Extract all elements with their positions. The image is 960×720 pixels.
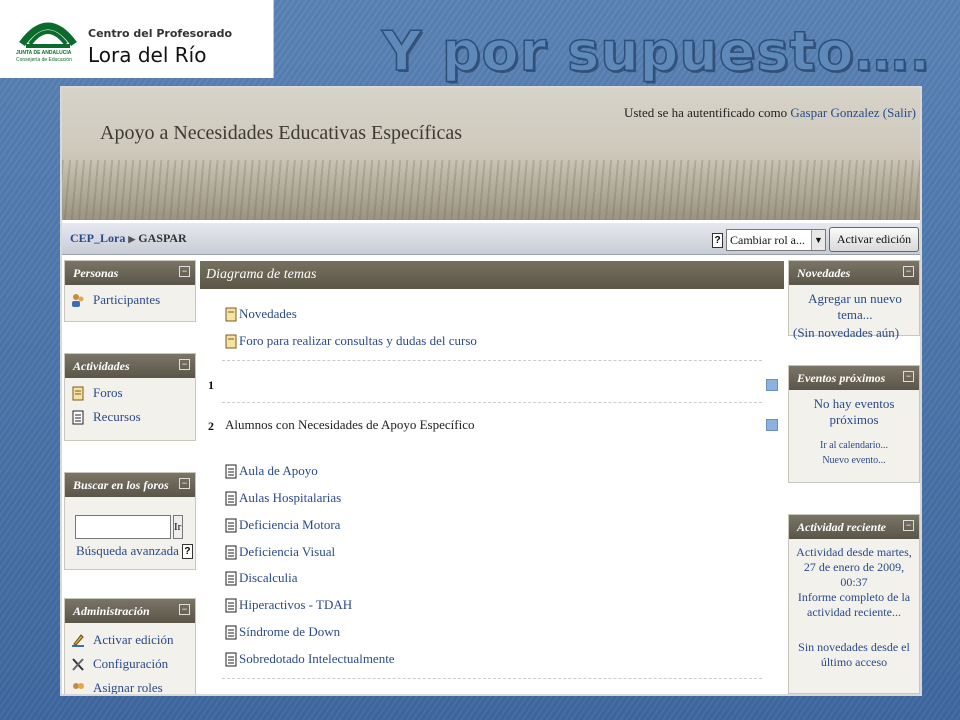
document-icon [225,571,237,585]
document-icon [225,545,237,559]
section-1-highlight-icon[interactable] [766,379,778,391]
logout-link[interactable]: (Salir) [883,105,916,120]
block-buscar: Buscar en los foros − Ir Búsqueda avanzad… [64,472,196,570]
breadcrumb: CEP_Lora ▶ GASPAR [70,231,187,246]
course-header: Apoyo a Necesidades Educativas Específic… [62,88,920,220]
block-admin-title: Administración − [65,599,195,623]
breadcrumb-arrow-icon: ▶ [128,234,136,244]
resource-link[interactable]: Deficiencia Motora [225,517,340,533]
section-1-number: 1 [208,378,214,392]
add-topic-link[interactable]: Agregar un nuevo tema... [789,285,919,323]
collapse-icon[interactable]: − [903,371,914,382]
moodle-screenshot: Apoyo a Necesidades Educativas Específic… [60,86,922,696]
login-info: Usted se ha autentificado como Gaspar Go… [624,105,916,121]
activity-since-text: Actividad desde martes, 27 de enero de 2… [796,545,912,589]
block-actividades-title: Actividades − [65,354,195,378]
block-buscar-title: Buscar en los foros − [65,473,195,497]
admin-edit-link[interactable]: Activar edición [65,628,195,652]
document-icon [225,491,237,505]
user-name-link[interactable]: Gaspar Gonzalez [790,105,879,120]
help-icon[interactable]: ? [712,233,723,248]
activate-edit-button[interactable]: Activar edición [829,227,919,252]
search-go-button[interactable]: Ir [173,515,183,539]
document-icon [225,464,237,478]
breadcrumb-current: GASPAR [138,231,187,245]
logo-line2: Lora del Río [88,43,207,67]
section-divider [222,402,762,403]
block-reciente-title: Actividad reciente − [789,515,919,539]
resource-link[interactable]: Síndrome de Down [225,624,340,640]
collapse-icon[interactable]: − [179,604,190,615]
resource-link[interactable]: Discalculia [225,570,297,586]
document-icon [225,518,237,532]
forum-icon [225,307,237,321]
navbar: CEP_Lora ▶ GASPAR ? Cambiar rol a... ▼ Act… [62,223,920,255]
no-news-text: (Sin novedades aún) [793,325,900,340]
topics-title: Diagrama de temas [200,261,784,289]
logo-consejeria-text: Consejería de Educación [16,57,72,63]
full-report-link[interactable]: Informe completo de la actividad recient… [789,590,919,620]
resource-link[interactable]: Sobredotado Intelectualmente [225,651,395,667]
forum-search-input[interactable] [75,515,171,539]
new-event-link[interactable]: Nuevo evento... [789,453,919,468]
section-2-highlight-icon[interactable] [766,419,778,431]
participants-link[interactable]: Participantes [65,288,195,312]
role-select[interactable]: Cambiar rol a... ▼ [726,229,826,251]
chevron-down-icon: ▼ [811,230,825,250]
collapse-icon[interactable]: − [179,359,190,370]
collapse-icon[interactable]: − [179,478,190,489]
forum-icon [225,334,237,348]
questions-forum-link[interactable]: Foro para realizar consultas y dudas del… [225,333,477,349]
roles-icon [73,682,84,689]
topics-outline: Diagrama de temas [200,261,784,289]
block-eventos: Eventos próximos − No hay eventos próximo… [788,365,920,483]
block-administracion: Administración − Activar edición Configur… [64,598,196,694]
forum-icon [72,386,84,400]
logo-junta-text: JUNTA DE ANDALUCIA [16,50,72,56]
block-actividad-reciente: Actividad reciente − Actividad desde mart… [788,514,920,694]
edit-pencil-icon [72,633,84,647]
collapse-icon[interactable]: − [179,266,190,277]
section-2-number: 2 [208,419,214,433]
help-icon[interactable]: ? [181,543,193,559]
resource-icon [72,410,84,424]
document-icon [225,652,237,666]
resource-link[interactable]: Aulas Hospitalarias [225,490,341,506]
role-select-value: Cambiar rol a... [730,233,805,247]
section-divider [222,360,762,361]
news-forum-link[interactable]: Novedades [225,306,297,322]
block-eventos-title: Eventos próximos − [789,366,919,390]
resource-link[interactable]: Deficiencia Visual [225,544,335,560]
document-icon [225,625,237,639]
admin-roles-link[interactable]: Asignar roles [65,676,195,694]
block-actividades: Actividades − Foros Recursos [64,353,196,441]
no-activity-text: Sin novedades desde el último acceso [798,640,910,669]
header-grass-pattern [62,160,920,220]
settings-tools-icon [72,657,84,671]
document-icon [225,598,237,612]
no-events-text: No hay eventos próximos [813,396,895,427]
breadcrumb-home-link[interactable]: CEP_Lora [70,231,125,245]
block-novedades: Novedades − Agregar un nuevo tema... (Sin… [788,260,920,340]
admin-config-link[interactable]: Configuración [65,652,195,676]
collapse-icon[interactable]: − [903,520,914,531]
section-2-title: Alumnos con Necesidades de Apoyo Específ… [225,417,475,432]
block-personas-title: Personas − [65,261,195,285]
login-prefix: Usted se ha autentificado como [623,105,788,120]
users-icon [72,293,84,307]
forums-link[interactable]: Foros [65,381,195,405]
resource-link[interactable]: Aula de Apoyo [225,463,318,479]
resource-link[interactable]: Hiperactivos - TDAH [225,597,352,613]
block-novedades-title: Novedades − [789,261,919,285]
calendar-link[interactable]: Ir al calendario... [789,434,919,453]
block-personas: Personas − Participantes [64,260,196,322]
resources-link[interactable]: Recursos [65,405,195,429]
collapse-icon[interactable]: − [903,266,914,277]
cep-logo: JUNTA DE ANDALUCIA Consejería de Educaci… [0,0,274,78]
slide-title: Y por supuesto…. [381,19,931,84]
course-title: Apoyo a Necesidades Educativas Específic… [100,122,463,144]
section-divider [222,678,762,679]
advanced-search-link[interactable]: Búsqueda avanzada [76,543,179,559]
logo-line1: Centro del Profesorado [88,27,233,40]
